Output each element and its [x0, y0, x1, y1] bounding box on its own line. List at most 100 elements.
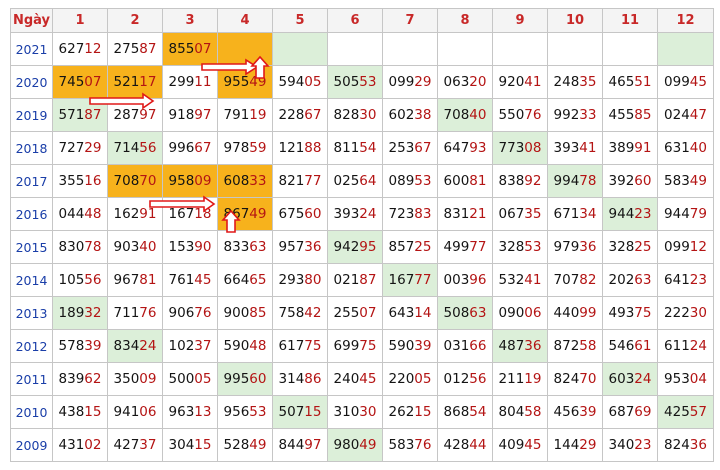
month-header-8: 8: [437, 8, 493, 33]
result-cell: 64123: [657, 263, 714, 297]
result-tail-digits: 25: [414, 239, 432, 255]
result-head-digits: 953: [664, 371, 690, 387]
result-tail-digits: 15: [84, 404, 102, 420]
result-tail-digits: 49: [249, 437, 267, 453]
result-tail-digits: 07: [359, 305, 377, 321]
result-cell: 28797: [107, 98, 163, 132]
result-head-digits: 099: [388, 74, 415, 90]
result-cell: 75842: [272, 296, 328, 330]
result-cell: 61124: [657, 329, 714, 363]
month-header-3: 3: [162, 8, 218, 33]
result-tail-digits: 60: [249, 371, 267, 387]
result-cell: 16718: [162, 197, 218, 231]
result-tail-digits: 86: [304, 371, 322, 387]
result-head-digits: 824: [553, 371, 580, 387]
result-cell: 20263: [602, 263, 658, 297]
result-head-digits: 144: [553, 437, 580, 453]
result-cell: 14429: [547, 428, 603, 462]
result-tail-digits: 06: [524, 305, 542, 321]
result-cell: 87258: [547, 329, 603, 363]
result-tail-digits: 36: [579, 239, 597, 255]
result-head-digits: 240: [333, 371, 360, 387]
result-tail-digits: 29: [84, 140, 102, 156]
result-head-digits: 090: [498, 305, 525, 321]
result-tail-digits: 09: [139, 371, 157, 387]
result-head-digits: 409: [498, 437, 525, 453]
result-head-digits: 440: [553, 305, 580, 321]
result-head-digits: 024: [664, 107, 690, 123]
result-tail-digits: 51: [634, 74, 652, 90]
result-tail-digits: 65: [249, 272, 267, 288]
result-cell: 99233: [547, 98, 603, 132]
result-cell: 82436: [657, 428, 714, 462]
result-cell: 00396: [437, 263, 493, 297]
year-label: 2013: [10, 296, 53, 330]
result-cell: 16291: [107, 197, 163, 231]
result-tail-digits: 24: [139, 338, 157, 354]
result-head-digits: 228: [278, 107, 305, 123]
result-tail-digits: 06: [139, 404, 157, 420]
result-cell: 45639: [547, 395, 603, 429]
result-cell: 52117: [107, 65, 163, 99]
result-head-digits: 811: [333, 140, 360, 156]
result-head-digits: 099: [664, 74, 690, 90]
result-cell: 70870: [107, 164, 163, 198]
result-tail-digits: 85: [249, 305, 267, 321]
result-head-digits: 455: [608, 107, 635, 123]
result-cell: 76145: [162, 263, 218, 297]
result-cell: 53241: [492, 263, 548, 297]
result-cell: 25367: [382, 131, 438, 165]
result-tail-digits: 09: [194, 173, 212, 189]
result-head-digits: 687: [608, 404, 635, 420]
result-head-digits: 828: [333, 107, 360, 123]
result-head-digits: 833: [223, 239, 250, 255]
result-tail-digits: 53: [414, 173, 432, 189]
result-cell: 45585: [602, 98, 658, 132]
result-head-digits: 304: [168, 437, 195, 453]
header-row: Ngày 1 2 3 4 5 6 7 8 9 10 11 12: [10, 8, 714, 33]
result-head-digits: 631: [664, 140, 690, 156]
result-tail-digits: 76: [139, 305, 157, 321]
result-tail-digits: 49: [249, 74, 267, 90]
result-cell: 25507: [327, 296, 383, 330]
result-tail-digits: 33: [579, 107, 597, 123]
result-head-digits: 745: [58, 74, 85, 90]
result-head-digits: 012: [443, 371, 470, 387]
result-tail-digits: 12: [84, 41, 102, 57]
result-cell: 49977: [437, 230, 493, 264]
table-row: 2018 72729 71456 99667 97859 12188 81154 25367 6…: [10, 131, 714, 165]
result-head-digits: 102: [168, 338, 195, 354]
result-tail-digits: 56: [139, 140, 157, 156]
result-cell: 39341: [547, 131, 603, 165]
result-tail-digits: 77: [469, 239, 487, 255]
result-head-digits: 758: [278, 305, 305, 321]
result-tail-digits: 39: [579, 404, 597, 420]
result-cell: 67134: [547, 197, 603, 231]
result-cell: 32853: [492, 230, 548, 264]
result-head-digits: 355: [58, 173, 85, 189]
day-header: Ngày: [10, 8, 53, 33]
table-row: 2016 04448 16291 16718 86749 67560 39324 72383 8…: [10, 197, 714, 231]
result-tail-digits: 21: [469, 206, 487, 222]
result-head-digits: 350: [113, 371, 140, 387]
result-tail-digits: 81: [469, 173, 487, 189]
result-cell: 42844: [437, 428, 493, 462]
result-tail-digits: 58: [524, 404, 542, 420]
result-cell: 22867: [272, 98, 328, 132]
result-tail-digits: 05: [414, 371, 432, 387]
result-head-digits: 583: [664, 173, 690, 189]
result-cell: 42557: [657, 395, 714, 429]
result-head-digits: 834: [113, 338, 140, 354]
year-label: 2018: [10, 131, 53, 165]
month-header-2: 2: [107, 8, 163, 33]
result-head-digits: 211: [498, 371, 525, 387]
result-tail-digits: 56: [469, 371, 487, 387]
result-tail-digits: 24: [689, 338, 707, 354]
result-cell: [382, 32, 438, 66]
result-cell: 26215: [382, 395, 438, 429]
result-tail-digits: 20: [469, 74, 487, 90]
result-cell: 85725: [382, 230, 438, 264]
result-tail-digits: 29: [579, 437, 597, 453]
result-head-digits: 089: [388, 173, 415, 189]
result-tail-digits: 70: [139, 173, 157, 189]
